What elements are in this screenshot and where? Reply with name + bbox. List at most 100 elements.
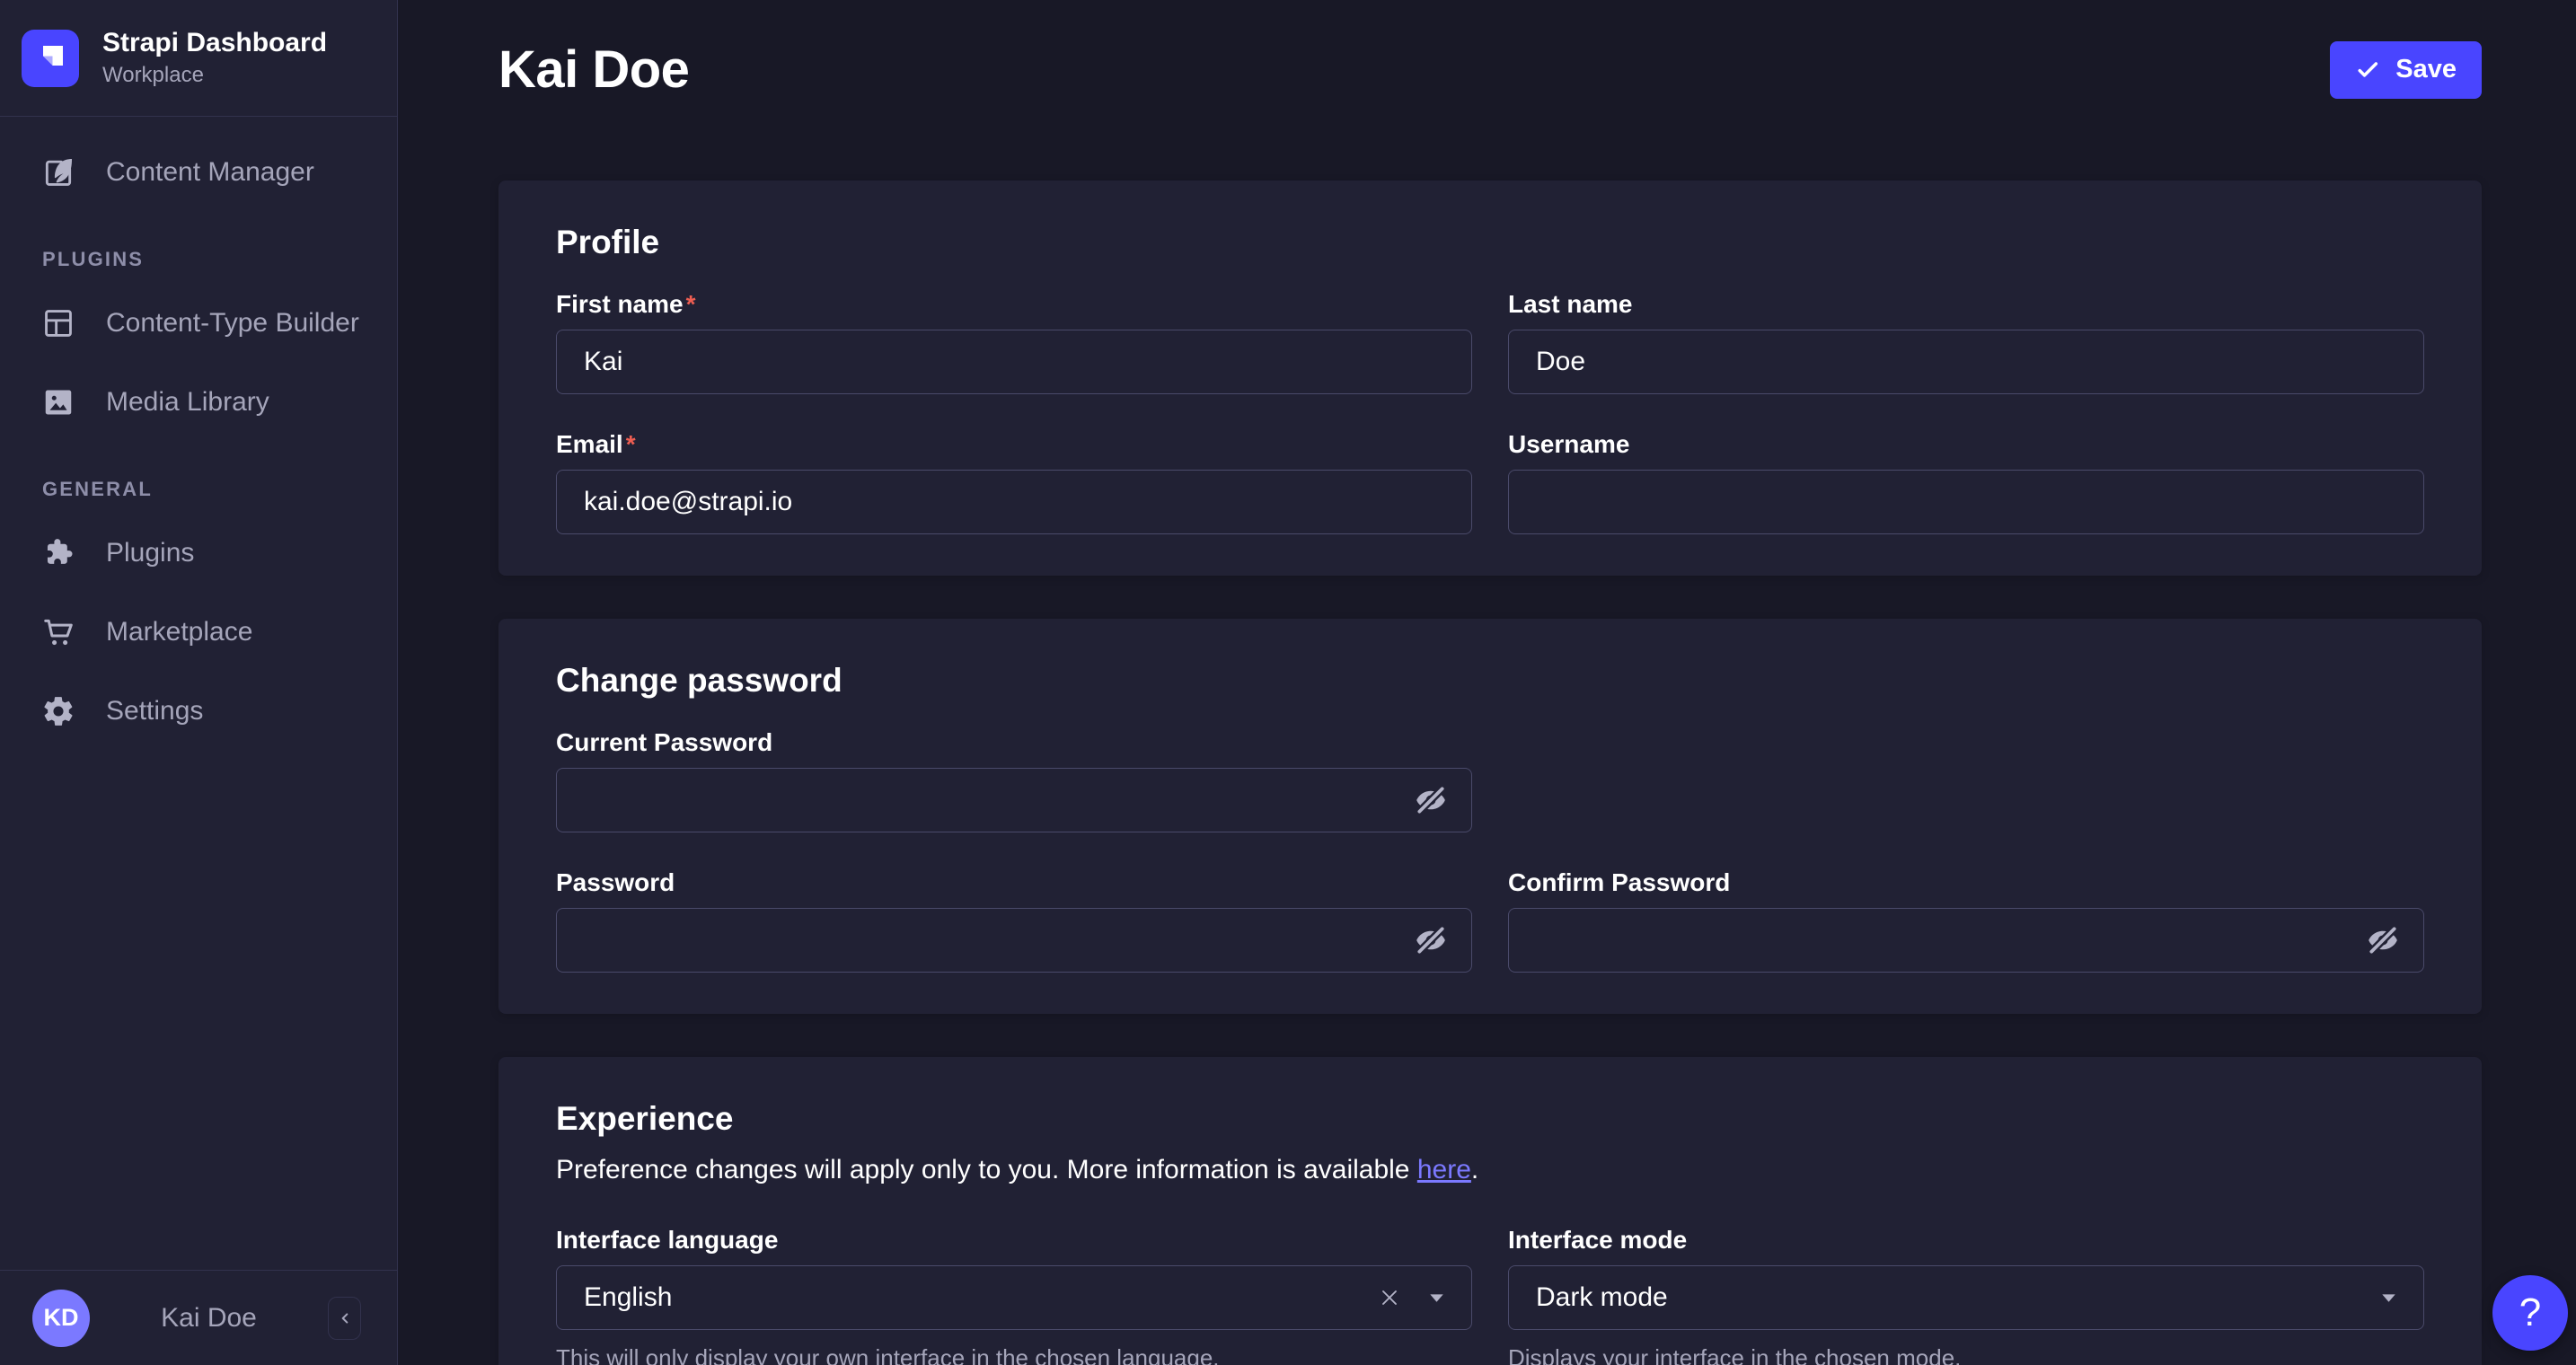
select-icons: [2380, 1292, 2396, 1304]
save-button[interactable]: Save: [2330, 41, 2482, 99]
chevron-down-icon[interactable]: [1428, 1292, 1444, 1304]
sidebar-footer: KD Kai Doe: [0, 1270, 397, 1365]
experience-description: Preference changes will apply only to yo…: [556, 1154, 2424, 1186]
field-username: Username: [1508, 430, 2424, 534]
field-interface-mode: Interface mode Dark mode Displays your i…: [1508, 1226, 2424, 1365]
interface-mode-select[interactable]: Dark mode: [1508, 1265, 2424, 1330]
confirm-password-label: Confirm Password: [1508, 868, 2424, 897]
collapse-sidebar-button[interactable]: [328, 1297, 361, 1340]
interface-language-select[interactable]: English: [556, 1265, 1472, 1330]
profile-card: Profile First name* Last name Em: [498, 181, 2482, 576]
nav-section-general-label: GENERAL: [0, 478, 397, 501]
more-info-link[interactable]: here: [1417, 1155, 1471, 1184]
change-password-title: Change password: [556, 662, 2424, 700]
current-password-input[interactable]: [556, 768, 1472, 832]
username-label: Username: [1508, 430, 2424, 459]
sidebar-item-settings[interactable]: Settings: [0, 672, 397, 751]
label-text: Current Password: [556, 728, 772, 757]
app-root: Strapi Dashboard Workplace Content Manag…: [0, 0, 2576, 1365]
sidebar-nav: Content Manager PLUGINS Content-Type Bui…: [0, 117, 397, 1270]
chevron-down-icon[interactable]: [2380, 1292, 2396, 1304]
experience-card: Experience Preference changes will apply…: [498, 1057, 2482, 1365]
username-input[interactable]: [1508, 470, 2424, 534]
field-first-name: First name*: [556, 290, 1472, 394]
change-password-card: Change password Current Password: [498, 619, 2482, 1014]
layout-icon: [41, 306, 75, 340]
last-name-label: Last name: [1508, 290, 2424, 319]
label-text: Email: [556, 430, 623, 459]
clear-icon[interactable]: [1376, 1284, 1403, 1311]
confirm-password-wrap: [1508, 908, 2424, 973]
user-name[interactable]: Kai Doe: [108, 1303, 310, 1334]
password-input[interactable]: [556, 908, 1472, 973]
cart-icon: [41, 615, 75, 649]
chevron-left-icon: [335, 1308, 355, 1328]
workspace-text: Strapi Dashboard Workplace: [102, 28, 327, 89]
first-name-label: First name*: [556, 290, 1472, 319]
field-email: Email*: [556, 430, 1472, 534]
field-new-password: Password: [556, 868, 1472, 973]
help-button[interactable]: ?: [2492, 1275, 2568, 1351]
label-text: Last name: [1508, 290, 1633, 319]
sidebar-item-label: Content Manager: [106, 157, 314, 188]
page-title: Kai Doe: [498, 40, 689, 100]
interface-mode-label: Interface mode: [1508, 1226, 2424, 1255]
label-text: Interface mode: [1508, 1226, 1687, 1255]
toggle-current-password-visibility-button[interactable]: [1413, 782, 1449, 818]
nav-section-plugins-label: PLUGINS: [0, 248, 397, 271]
interface-language-value: English: [584, 1282, 672, 1313]
sidebar-item-label: Marketplace: [106, 617, 252, 647]
email-label: Email*: [556, 430, 1472, 459]
toggle-confirm-password-visibility-button[interactable]: [2365, 922, 2401, 958]
interface-language-hint: This will only display your own interfac…: [556, 1344, 1472, 1365]
sidebar-item-label: Content-Type Builder: [106, 308, 359, 339]
select-icons: [1376, 1284, 1444, 1311]
interface-language-label: Interface language: [556, 1226, 1472, 1255]
toggle-password-visibility-button[interactable]: [1413, 922, 1449, 958]
interface-mode-hint: Displays your interface in the chosen mo…: [1508, 1344, 2424, 1365]
email-input[interactable]: [556, 470, 1472, 534]
workspace-subtitle: Workplace: [102, 63, 327, 88]
first-name-input[interactable]: [556, 330, 1472, 394]
label-text: Username: [1508, 430, 1629, 459]
label-text: Password: [556, 868, 675, 897]
last-name-input[interactable]: [1508, 330, 2424, 394]
pen-icon: [41, 155, 75, 189]
label-text: Confirm Password: [1508, 868, 1730, 897]
workspace-switcher[interactable]: Strapi Dashboard Workplace: [0, 0, 397, 117]
sidebar-item-plugins[interactable]: Plugins: [0, 514, 397, 593]
experience-form-grid: Interface language English: [556, 1226, 2424, 1365]
profile-form-grid: First name* Last name Email*: [556, 290, 2424, 534]
current-password-wrap: [556, 768, 1472, 832]
profile-card-title: Profile: [556, 224, 2424, 261]
field-current-password: Current Password: [556, 728, 1472, 832]
strapi-logo-icon: [22, 30, 79, 87]
required-mark: *: [686, 290, 696, 319]
eye-off-icon: [1414, 923, 1448, 957]
user-avatar[interactable]: KD: [32, 1290, 90, 1347]
eye-off-icon: [1414, 783, 1448, 817]
image-icon: [41, 385, 75, 419]
sidebar-item-label: Settings: [106, 696, 203, 727]
workspace-title: Strapi Dashboard: [102, 28, 327, 59]
sidebar-item-content-manager[interactable]: Content Manager: [0, 133, 397, 212]
main-content: Kai Doe Save Profile First name*: [398, 0, 2576, 1365]
sidebar-item-marketplace[interactable]: Marketplace: [0, 593, 397, 672]
puzzle-icon: [41, 536, 75, 570]
field-confirm-password: Confirm Password: [1508, 868, 2424, 973]
password-label: Password: [556, 868, 1472, 897]
experience-title: Experience: [556, 1100, 2424, 1138]
sidebar-item-content-type-builder[interactable]: Content-Type Builder: [0, 284, 397, 363]
password-wrap: [556, 908, 1472, 973]
confirm-password-input[interactable]: [1508, 908, 2424, 973]
sidebar: Strapi Dashboard Workplace Content Manag…: [0, 0, 398, 1365]
current-password-label: Current Password: [556, 728, 1472, 757]
password-form-grid: Current Password: [556, 728, 2424, 973]
sidebar-item-media-library[interactable]: Media Library: [0, 363, 397, 442]
interface-mode-value: Dark mode: [1536, 1282, 1668, 1313]
field-interface-language: Interface language English: [556, 1226, 1472, 1365]
check-icon: [2355, 57, 2380, 83]
description-suffix: .: [1471, 1155, 1478, 1184]
save-button-label: Save: [2395, 55, 2457, 84]
description-text: Preference changes will apply only to yo…: [556, 1155, 1417, 1184]
